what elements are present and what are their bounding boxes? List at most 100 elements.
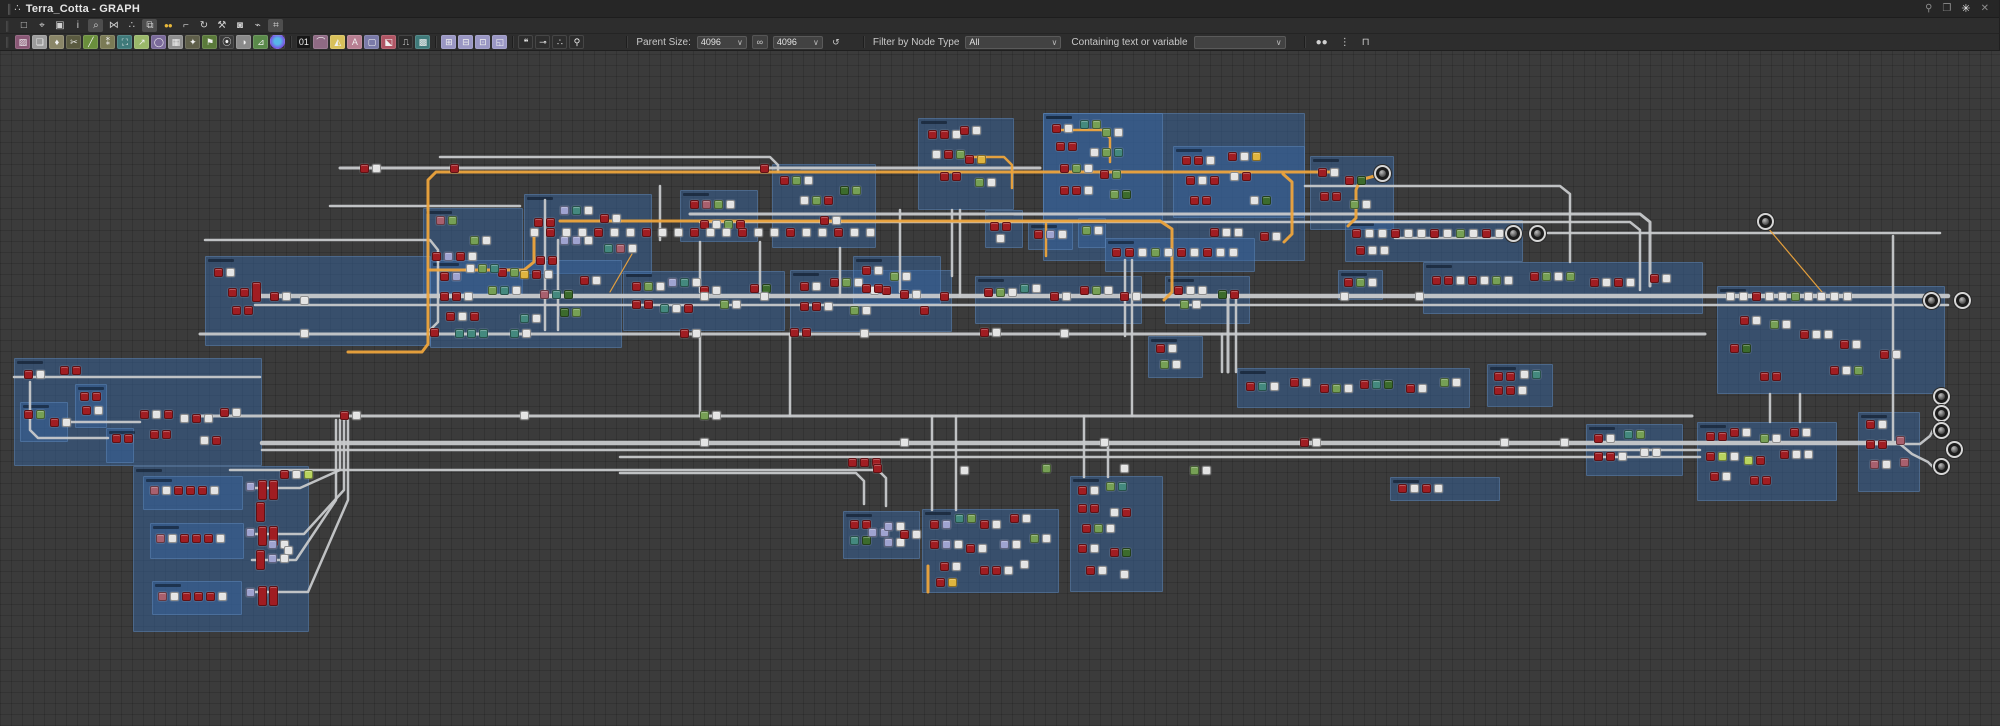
graph-node[interactable] [80, 392, 89, 401]
curve-node-icon[interactable]: ╱ [83, 35, 98, 49]
containing-input[interactable]: ∨ [1194, 36, 1286, 49]
graph-node[interactable] [1418, 384, 1427, 393]
graph-node[interactable] [1880, 350, 1889, 359]
graph-node[interactable] [450, 164, 459, 173]
graph-node[interactable] [944, 150, 953, 159]
graph-node[interactable] [1406, 384, 1415, 393]
graph-node[interactable] [1560, 438, 1569, 447]
graph-node[interactable] [980, 520, 989, 529]
graph-node[interactable] [802, 228, 811, 237]
graph-node[interactable] [180, 534, 189, 543]
graph-node[interactable] [1760, 434, 1769, 443]
graph-node[interactable] [818, 228, 827, 237]
graph-node[interactable] [770, 228, 779, 237]
graph-node[interactable] [1034, 230, 1043, 239]
graph-node[interactable] [628, 244, 637, 253]
graph-node[interactable] [800, 196, 809, 205]
directional-warp-node-icon[interactable]: ↗ [134, 35, 149, 49]
graph-node[interactable] [832, 216, 841, 225]
graph-node[interactable] [1120, 464, 1129, 473]
graph-node[interactable] [1594, 434, 1603, 443]
graph-node[interactable] [1804, 292, 1813, 301]
output-node[interactable] [1374, 165, 1391, 182]
layers-icon[interactable]: ⧉ [142, 19, 157, 32]
wire[interactable] [252, 420, 348, 592]
graph-node[interactable] [152, 410, 161, 419]
graph-node[interactable] [1778, 292, 1787, 301]
graph-node[interactable] [1542, 272, 1551, 281]
graph-node[interactable] [900, 290, 909, 299]
graph-node[interactable] [360, 164, 369, 173]
graph-node[interactable] [1866, 440, 1875, 449]
gradient-node-icon[interactable]: ⦿ [219, 35, 234, 49]
graph-node[interactable] [430, 328, 439, 337]
graph-node[interactable] [340, 411, 349, 420]
graph-node[interactable] [1022, 514, 1031, 523]
output-node[interactable] [1505, 225, 1522, 242]
graph-node[interactable] [658, 228, 667, 237]
graph-node[interactable] [252, 282, 261, 302]
graph-node[interactable] [940, 562, 949, 571]
graph-node[interactable] [232, 306, 241, 315]
graph-node[interactable] [1618, 452, 1627, 461]
graph-node[interactable] [612, 214, 621, 223]
graph-node[interactable] [1790, 428, 1799, 437]
tools-icon[interactable]: ⚒ [214, 19, 229, 32]
graph-node[interactable] [584, 206, 593, 215]
graph-node[interactable] [792, 176, 801, 185]
graph-node[interactable] [1177, 248, 1186, 257]
graph-node[interactable] [702, 200, 711, 209]
graph-node[interactable] [812, 282, 821, 291]
graph-node[interactable] [750, 284, 759, 293]
graph-node[interactable] [458, 312, 467, 321]
graph-node[interactable] [1494, 372, 1503, 381]
graph-node[interactable] [966, 544, 975, 553]
graph-node[interactable] [1762, 476, 1771, 485]
unlink-icon[interactable]: ⋈ [106, 19, 121, 32]
graph-node[interactable] [300, 296, 309, 305]
graph-node[interactable] [440, 272, 449, 281]
graph-node[interactable] [952, 562, 961, 571]
pan-view-icon[interactable]: ⌖ [34, 19, 49, 32]
graph-node[interactable] [692, 329, 701, 338]
graph-node[interactable] [1430, 229, 1439, 238]
graph-node[interactable] [1060, 186, 1069, 195]
graph-node[interactable] [536, 256, 545, 265]
graph-node[interactable] [1752, 292, 1761, 301]
graph-node[interactable] [269, 480, 278, 500]
graph-node[interactable] [930, 540, 939, 549]
graph-node[interactable] [1650, 274, 1659, 283]
graph-node[interactable] [800, 282, 809, 291]
graph-node[interactable] [884, 538, 893, 547]
graph-node[interactable] [977, 155, 986, 164]
graph-node[interactable] [1156, 344, 1165, 353]
graph-node[interactable] [1380, 246, 1389, 255]
graph-node[interactable] [292, 470, 301, 479]
graph-node[interactable] [960, 466, 969, 475]
graph-node[interactable] [1110, 548, 1119, 557]
graph-node[interactable] [1122, 190, 1131, 199]
graph-node[interactable] [1756, 456, 1765, 465]
graph-node[interactable] [258, 480, 267, 500]
graph-node[interactable] [1780, 450, 1789, 459]
graph-node[interactable] [980, 328, 989, 337]
graph-node[interactable] [642, 228, 651, 237]
graph-node[interactable] [1229, 248, 1238, 257]
graph-node[interactable] [1456, 229, 1465, 238]
parent-height-select[interactable]: 4096 ∨ [773, 36, 823, 49]
graph-node[interactable] [1102, 128, 1111, 137]
reset-size-button[interactable]: ↺ [828, 35, 844, 49]
graph-node[interactable] [604, 244, 613, 253]
graph-node[interactable] [890, 272, 899, 281]
graph-node[interactable] [544, 270, 553, 279]
graph-node[interactable] [1300, 438, 1309, 447]
graph-node[interactable] [860, 458, 869, 467]
graph-node[interactable] [468, 252, 477, 261]
graph-node[interactable] [1190, 466, 1199, 475]
graph-node[interactable] [218, 592, 227, 601]
graph-node[interactable] [942, 520, 951, 529]
graph-node[interactable] [1452, 378, 1461, 387]
graph-node[interactable] [1090, 504, 1099, 513]
graph-node[interactable] [520, 270, 529, 279]
output-node[interactable] [1954, 292, 1971, 309]
